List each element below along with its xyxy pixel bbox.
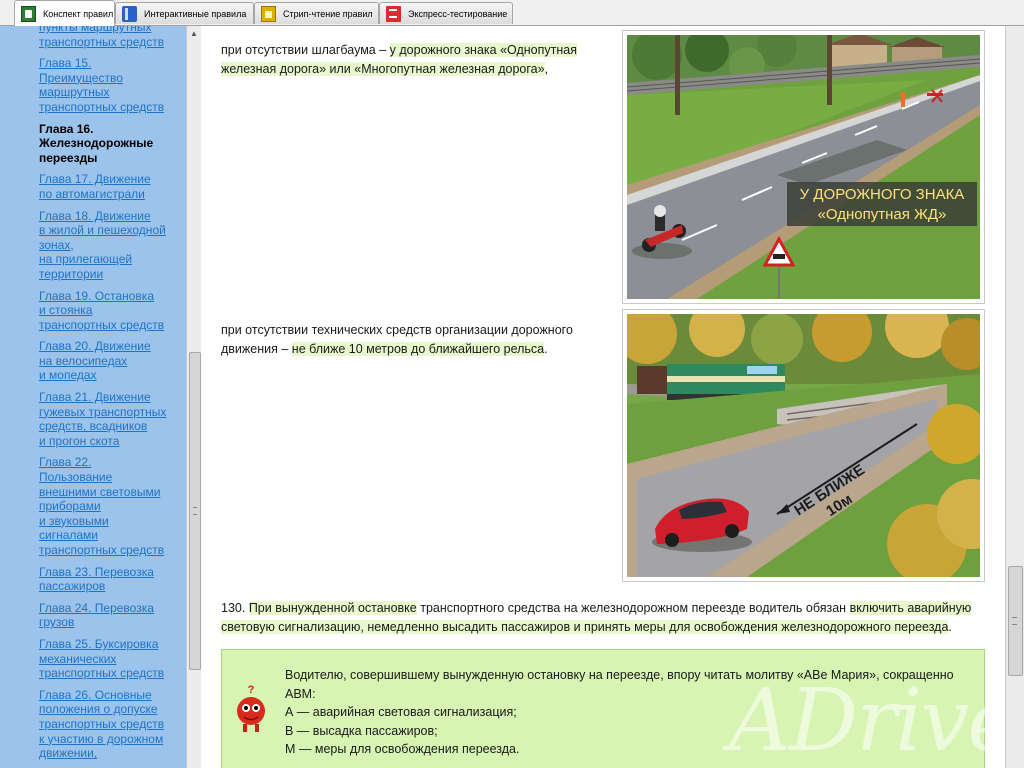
paragraph-tail: . xyxy=(948,619,952,634)
content-scroll-thumb[interactable] xyxy=(1008,566,1023,676)
mascot-question-icon: ? xyxy=(237,684,265,732)
note-line: Водителю, совершившему вынужденную остан… xyxy=(285,668,958,701)
interactive-rules-icon xyxy=(122,5,137,22)
note-line: В — высадка пассажиров; xyxy=(285,723,438,738)
note-line: А — аварийная световая сигнализация; xyxy=(285,705,517,719)
figure-caption-line1: У ДОРОЖНОГО ЗНАКА xyxy=(800,186,965,203)
sidebar-chapter-5[interactable]: Глава 19. Остановка и стоянка транспортн… xyxy=(39,289,179,333)
tab-bar: Конспект правил Интерактивные правила Ст… xyxy=(0,0,1024,26)
tab-strip-reading[interactable]: Стрип-чтение правил xyxy=(254,2,379,24)
sidebar-scrollbar[interactable]: ▲ xyxy=(186,26,201,768)
tab-label: Экспресс-тестирование xyxy=(408,8,508,19)
illustration-crossing-sign: У ДОРОЖНОГО ЗНАКА «Однопутная ЖД» xyxy=(622,30,985,304)
paragraph-tail: , xyxy=(544,61,549,76)
figure-caption-line2: «Однопутная ЖД» xyxy=(818,206,947,223)
sidebar-chapter-6[interactable]: Глава 20. Движение на велосипедах и мопе… xyxy=(39,339,179,383)
sidebar-chapter-3[interactable]: Глава 17. Движение по автомагистрали xyxy=(39,172,179,201)
distance-illustration: НЕ БЛИЖЕ 10м xyxy=(627,314,980,577)
paragraph-tail: . xyxy=(544,341,548,356)
sidebar-chapter-1[interactable]: Глава 15. Преимущество маршрутных трансп… xyxy=(39,56,179,114)
sidebar-chapter-11[interactable]: Глава 25. Буксировка механических трансп… xyxy=(39,637,179,681)
sidebar-chapter-8[interactable]: Глава 22. Пользование внешними световыми… xyxy=(39,455,179,557)
illustration-10m-distance: НЕ БЛИЖЕ 10м xyxy=(622,309,985,582)
svg-text:?: ? xyxy=(248,684,255,696)
express-test-icon xyxy=(386,5,401,22)
note-text: Водителю, совершившему вынужденную остан… xyxy=(285,666,975,759)
sidebar-chapter-9[interactable]: Глава 23. Перевозка пассажиров xyxy=(39,565,179,594)
tab-interactive-rules[interactable]: Интерактивные правила xyxy=(115,2,254,24)
sidebar-chapter-12[interactable]: Глава 26. Основные положения о допуске т… xyxy=(39,688,179,761)
rule-paragraph-barrier: при отсутствии шлагбаума – у дорожного з… xyxy=(221,41,611,78)
chapter-list: пункты маршрутных транспортных средств Гл… xyxy=(39,26,179,768)
rule-paragraph-distance: при отсутствии технических средств орган… xyxy=(221,321,611,358)
note-line: М — меры для освобождения переезда. xyxy=(285,742,520,756)
chapter-sidebar: пункты маршрутных транспортных средств Гл… xyxy=(0,26,186,768)
crossing-sign-illustration: У ДОРОЖНОГО ЗНАКА «Однопутная ЖД» xyxy=(627,35,980,299)
tab-konspekt[interactable]: Конспект правил xyxy=(14,0,115,26)
sidebar-chapter-2[interactable]: Глава 16. Железнодорожные переезды xyxy=(39,122,179,166)
highlighted-text: При вынужденной остановке xyxy=(248,601,417,615)
strip-reading-icon xyxy=(261,5,276,22)
mnemonic-note: ? Водителю, совершившему вынужденную ост… xyxy=(221,649,985,768)
tab-label: Стрип-чтение правил xyxy=(283,8,373,19)
rule-content: при отсутствии шлагбаума – у дорожного з… xyxy=(201,26,1005,768)
sidebar-chapter-4[interactable]: Глава 18. Движение в жилой и пешеходной … xyxy=(39,209,179,282)
tab-label: Интерактивные правила xyxy=(144,8,247,19)
sidebar-chapter-10[interactable]: Глава 24. Перевозка грузов xyxy=(39,601,179,630)
sidebar-chapter-0[interactable]: пункты маршрутных транспортных средств xyxy=(39,26,179,49)
content-scrollbar[interactable] xyxy=(1005,26,1024,768)
rule-number: 130. xyxy=(221,601,249,615)
sidebar-chapter-7[interactable]: Глава 21. Движение гужевых транспортных … xyxy=(39,390,179,448)
tab-label: Конспект правил xyxy=(43,8,114,19)
paragraph-text: при отсутствии шлагбаума – xyxy=(221,43,390,57)
scroll-up-arrow-icon[interactable]: ▲ xyxy=(187,26,201,42)
rule-paragraph-130: 130. При вынужденной остановке транспорт… xyxy=(221,599,991,636)
sidebar-scroll-thumb[interactable] xyxy=(189,352,201,670)
highlighted-text: не ближе 10 метров до ближайшего рельса xyxy=(291,341,545,356)
konspekt-icon xyxy=(21,5,36,22)
tab-express-test[interactable]: Экспресс-тестирование xyxy=(379,2,513,24)
paragraph-text: транспортного средства на железнодорожно… xyxy=(416,601,850,615)
